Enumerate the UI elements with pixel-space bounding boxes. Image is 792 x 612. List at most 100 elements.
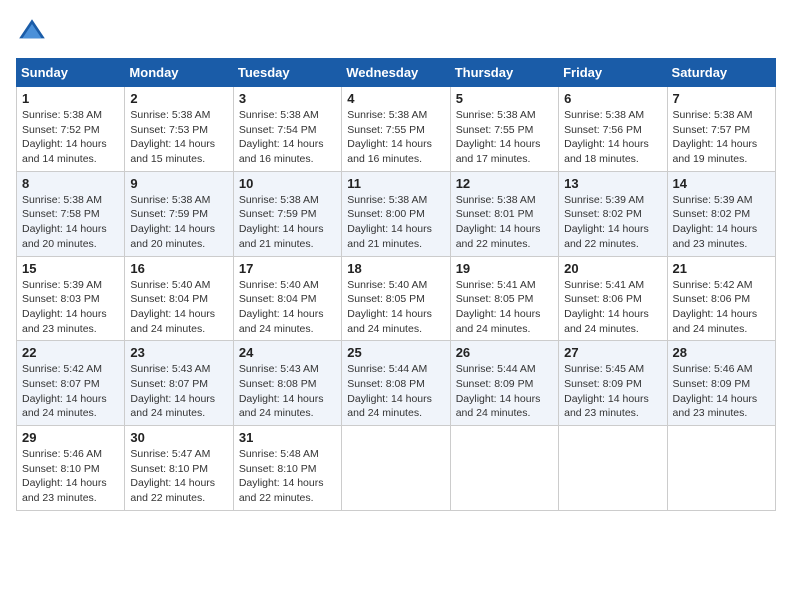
day-number: 20 <box>564 261 661 276</box>
day-number: 13 <box>564 176 661 191</box>
day-cell-15: 15 Sunrise: 5:39 AMSunset: 8:03 PMDayligh… <box>17 256 125 341</box>
day-number: 27 <box>564 345 661 360</box>
day-info: Sunrise: 5:39 AMSunset: 8:02 PMDaylight:… <box>673 193 770 252</box>
day-number: 30 <box>130 430 227 445</box>
day-cell-28: 28 Sunrise: 5:46 AMSunset: 8:09 PMDayligh… <box>667 341 775 426</box>
week-row-5: 29 Sunrise: 5:46 AMSunset: 8:10 PMDayligh… <box>17 426 776 511</box>
day-info: Sunrise: 5:39 AMSunset: 8:02 PMDaylight:… <box>564 193 661 252</box>
day-info: Sunrise: 5:46 AMSunset: 8:10 PMDaylight:… <box>22 447 119 506</box>
day-info: Sunrise: 5:38 AMSunset: 7:55 PMDaylight:… <box>456 108 553 167</box>
day-info: Sunrise: 5:41 AMSunset: 8:05 PMDaylight:… <box>456 278 553 337</box>
day-cell-24: 24Sunrise: 5:43 AMSunset: 8:08 PMDayligh… <box>233 341 341 426</box>
day-info: Sunrise: 5:42 AMSunset: 8:06 PMDaylight:… <box>673 278 770 337</box>
day-info: Sunrise: 5:40 AMSunset: 8:04 PMDaylight:… <box>130 278 227 337</box>
day-info: Sunrise: 5:39 AMSunset: 8:03 PMDaylight:… <box>22 278 119 337</box>
day-cell-17: 17 Sunrise: 5:40 AMSunset: 8:04 PMDayligh… <box>233 256 341 341</box>
day-cell-19: 19 Sunrise: 5:41 AMSunset: 8:05 PMDayligh… <box>450 256 558 341</box>
day-number: 15 <box>22 261 119 276</box>
day-cell-27: 27 Sunrise: 5:45 AMSunset: 8:09 PMDayligh… <box>559 341 667 426</box>
day-cell-20: 20 Sunrise: 5:41 AMSunset: 8:06 PMDayligh… <box>559 256 667 341</box>
day-number: 1 <box>22 91 119 106</box>
day-number: 14 <box>673 176 770 191</box>
day-cell-25: 25 Sunrise: 5:44 AMSunset: 8:08 PMDayligh… <box>342 341 450 426</box>
day-cell-29: 29 Sunrise: 5:46 AMSunset: 8:10 PMDayligh… <box>17 426 125 511</box>
empty-cell <box>667 426 775 511</box>
day-cell-12: 12 Sunrise: 5:38 AMSunset: 8:01 PMDayligh… <box>450 171 558 256</box>
day-info: Sunrise: 5:46 AMSunset: 8:09 PMDaylight:… <box>673 362 770 421</box>
day-number: 19 <box>456 261 553 276</box>
day-cell-16: 16 Sunrise: 5:40 AMSunset: 8:04 PMDayligh… <box>125 256 233 341</box>
day-cell-22: 22Sunrise: 5:42 AMSunset: 8:07 PMDayligh… <box>17 341 125 426</box>
day-info: Sunrise: 5:38 AMSunset: 7:59 PMDaylight:… <box>130 193 227 252</box>
day-number: 25 <box>347 345 444 360</box>
day-info: Sunrise: 5:40 AMSunset: 8:04 PMDaylight:… <box>239 278 336 337</box>
day-cell-8: 8 Sunrise: 5:38 AMSunset: 7:58 PMDaylight… <box>17 171 125 256</box>
day-cell-4: 4 Sunrise: 5:38 AMSunset: 7:55 PMDaylight… <box>342 87 450 172</box>
day-number: 31 <box>239 430 336 445</box>
header-row: SundayMondayTuesdayWednesdayThursdayFrid… <box>17 59 776 87</box>
day-info: Sunrise: 5:40 AMSunset: 8:05 PMDaylight:… <box>347 278 444 337</box>
day-cell-10: 10 Sunrise: 5:38 AMSunset: 7:59 PMDayligh… <box>233 171 341 256</box>
day-number: 16 <box>130 261 227 276</box>
day-number: 5 <box>456 91 553 106</box>
week-row-4: 22Sunrise: 5:42 AMSunset: 8:07 PMDayligh… <box>17 341 776 426</box>
week-row-2: 8 Sunrise: 5:38 AMSunset: 7:58 PMDaylight… <box>17 171 776 256</box>
day-number: 29 <box>22 430 119 445</box>
day-cell-23: 23Sunrise: 5:43 AMSunset: 8:07 PMDayligh… <box>125 341 233 426</box>
week-row-3: 15 Sunrise: 5:39 AMSunset: 8:03 PMDayligh… <box>17 256 776 341</box>
day-number: 17 <box>239 261 336 276</box>
week-row-1: 1 Sunrise: 5:38 AMSunset: 7:52 PMDaylight… <box>17 87 776 172</box>
day-info: Sunrise: 5:44 AMSunset: 8:09 PMDaylight:… <box>456 362 553 421</box>
day-info: Sunrise: 5:38 AMSunset: 7:58 PMDaylight:… <box>22 193 119 252</box>
day-info: Sunrise: 5:38 AMSunset: 7:59 PMDaylight:… <box>239 193 336 252</box>
day-info: Sunrise: 5:38 AMSunset: 7:54 PMDaylight:… <box>239 108 336 167</box>
day-cell-26: 26 Sunrise: 5:44 AMSunset: 8:09 PMDayligh… <box>450 341 558 426</box>
day-cell-31: 31 Sunrise: 5:48 AMSunset: 8:10 PMDayligh… <box>233 426 341 511</box>
day-number: 8 <box>22 176 119 191</box>
day-info: Sunrise: 5:38 AMSunset: 7:55 PMDaylight:… <box>347 108 444 167</box>
logo <box>16 16 52 48</box>
logo-icon <box>16 16 48 48</box>
day-info: Sunrise: 5:42 AMSunset: 8:07 PMDaylight:… <box>22 362 119 421</box>
day-info: Sunrise: 5:41 AMSunset: 8:06 PMDaylight:… <box>564 278 661 337</box>
header-cell-tuesday: Tuesday <box>233 59 341 87</box>
day-info: Sunrise: 5:47 AMSunset: 8:10 PMDaylight:… <box>130 447 227 506</box>
header-cell-wednesday: Wednesday <box>342 59 450 87</box>
day-number: 21 <box>673 261 770 276</box>
day-number: 28 <box>673 345 770 360</box>
header-cell-monday: Monday <box>125 59 233 87</box>
day-info: Sunrise: 5:38 AMSunset: 7:52 PMDaylight:… <box>22 108 119 167</box>
day-cell-2: 2Sunrise: 5:38 AMSunset: 7:53 PMDaylight… <box>125 87 233 172</box>
calendar-table: SundayMondayTuesdayWednesdayThursdayFrid… <box>16 58 776 511</box>
day-number: 4 <box>347 91 444 106</box>
empty-cell <box>559 426 667 511</box>
header-cell-friday: Friday <box>559 59 667 87</box>
day-number: 9 <box>130 176 227 191</box>
day-info: Sunrise: 5:45 AMSunset: 8:09 PMDaylight:… <box>564 362 661 421</box>
day-info: Sunrise: 5:38 AMSunset: 8:01 PMDaylight:… <box>456 193 553 252</box>
header <box>16 16 776 48</box>
day-cell-1: 1 Sunrise: 5:38 AMSunset: 7:52 PMDaylight… <box>17 87 125 172</box>
day-cell-3: 3 Sunrise: 5:38 AMSunset: 7:54 PMDaylight… <box>233 87 341 172</box>
day-number: 10 <box>239 176 336 191</box>
day-number: 12 <box>456 176 553 191</box>
day-cell-18: 18 Sunrise: 5:40 AMSunset: 8:05 PMDayligh… <box>342 256 450 341</box>
day-number: 2 <box>130 91 227 106</box>
day-number: 26 <box>456 345 553 360</box>
day-number: 3 <box>239 91 336 106</box>
day-cell-11: 11 Sunrise: 5:38 AMSunset: 8:00 PMDayligh… <box>342 171 450 256</box>
day-number: 24 <box>239 345 336 360</box>
day-info: Sunrise: 5:44 AMSunset: 8:08 PMDaylight:… <box>347 362 444 421</box>
day-info: Sunrise: 5:38 AMSunset: 7:56 PMDaylight:… <box>564 108 661 167</box>
day-cell-7: 7Sunrise: 5:38 AMSunset: 7:57 PMDaylight… <box>667 87 775 172</box>
day-cell-9: 9 Sunrise: 5:38 AMSunset: 7:59 PMDaylight… <box>125 171 233 256</box>
header-cell-sunday: Sunday <box>17 59 125 87</box>
day-info: Sunrise: 5:48 AMSunset: 8:10 PMDaylight:… <box>239 447 336 506</box>
day-number: 6 <box>564 91 661 106</box>
day-cell-6: 6 Sunrise: 5:38 AMSunset: 7:56 PMDaylight… <box>559 87 667 172</box>
day-info: Sunrise: 5:38 AMSunset: 8:00 PMDaylight:… <box>347 193 444 252</box>
day-info: Sunrise: 5:43 AMSunset: 8:07 PMDaylight:… <box>130 362 227 421</box>
day-cell-5: 5 Sunrise: 5:38 AMSunset: 7:55 PMDaylight… <box>450 87 558 172</box>
day-number: 11 <box>347 176 444 191</box>
day-number: 18 <box>347 261 444 276</box>
